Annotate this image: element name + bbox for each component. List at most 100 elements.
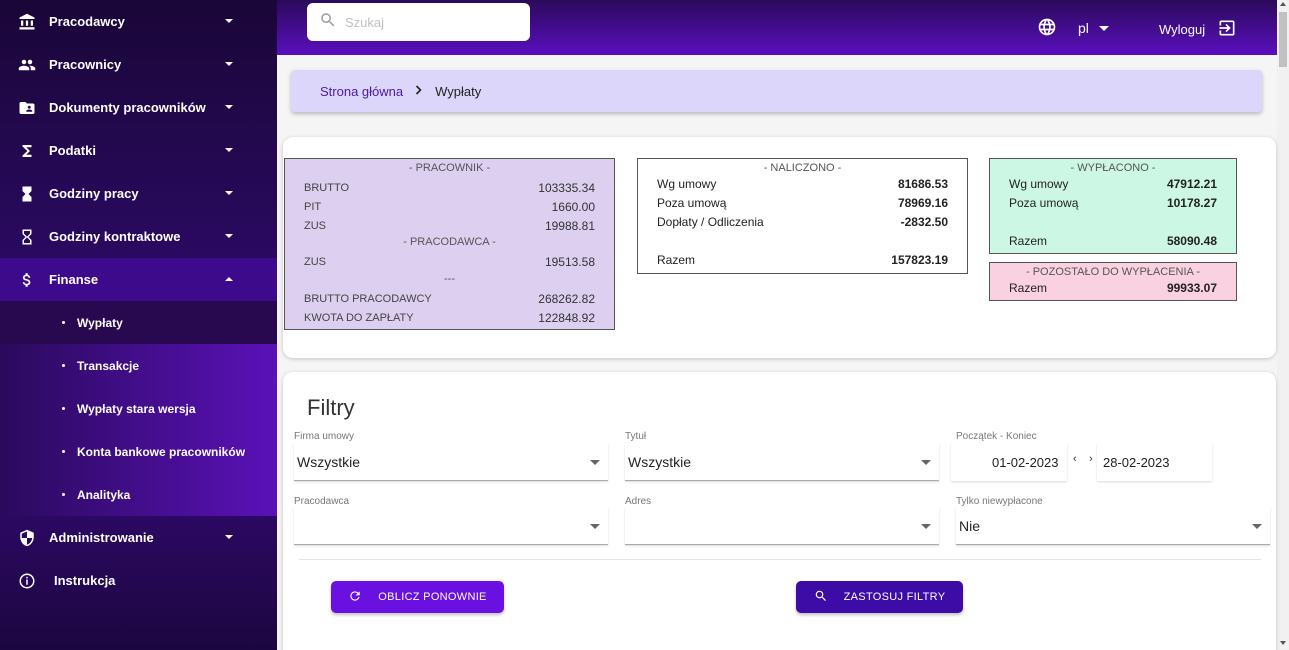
bank-icon: [18, 13, 36, 31]
sidebar-subitem-konta-bankowe[interactable]: Konta bankowe pracowników: [0, 430, 277, 473]
globe-icon[interactable]: [1037, 17, 1057, 42]
row-label: BRUTTO PRACODAWCY: [304, 292, 432, 305]
chevron-down-icon: [225, 62, 233, 66]
search-box[interactable]: [307, 3, 530, 41]
sidebar-item-label: Dokumenty pracowników: [49, 100, 206, 115]
title-select[interactable]: Wszystkie: [625, 443, 939, 481]
refresh-icon: [348, 589, 378, 606]
finanse-submenu: Wypłaty Transakcje Wypłaty stara wersja …: [0, 301, 277, 516]
separator-text: ---: [444, 273, 455, 285]
row-label: Wg umowy: [657, 176, 717, 191]
date-start-input[interactable]: 01-02-2023: [951, 443, 1067, 481]
employee-summary-box: - PRACOWNIK - BRUTTO 103335.34 PIT 1660.00…: [284, 158, 615, 330]
breadcrumb-home-link[interactable]: Strona główna: [320, 84, 403, 99]
row-value: 58090.48: [1166, 233, 1217, 248]
bullet-icon: [62, 407, 65, 410]
row-value: 103335.34: [538, 180, 595, 195]
unpaid-select[interactable]: Nie: [956, 507, 1270, 545]
sidebar-subitem-transakcje[interactable]: Transakcje: [0, 344, 277, 387]
row-value: 47912.21: [1166, 176, 1217, 191]
scroll-up-icon[interactable]: [1280, 2, 1286, 6]
sidebar-item-instrukcja[interactable]: Instrukcja: [0, 559, 277, 602]
unpaid-field-label: Tylko niewypłacone: [956, 496, 1043, 507]
sidebar-item-label: Instrukcja: [54, 573, 116, 588]
sidebar-subitem-label: Wypłaty: [77, 315, 123, 330]
sidebar-item-label: Podatki: [49, 143, 96, 158]
row-value: 19988.81: [544, 218, 595, 233]
logout-button[interactable]: Wyloguj: [1159, 18, 1237, 41]
sidebar-item-godziny-kontraktowe[interactable]: Godziny kontraktowe: [0, 215, 277, 258]
sidebar-item-dokumenty[interactable]: Dokumenty pracowników: [0, 86, 277, 129]
language-select[interactable]: pl: [1078, 20, 1109, 36]
company-select[interactable]: Wszystkie: [294, 443, 608, 481]
date-end-value: 28-02-2023: [1103, 454, 1170, 470]
row-label: PIT: [304, 200, 322, 213]
address-select[interactable]: [625, 507, 939, 545]
filters-card: Filtry Firma umowy Wszystkie Tytuł Wszys…: [283, 372, 1276, 650]
search-icon: [319, 11, 337, 34]
logout-label: Wyloguj: [1159, 22, 1206, 37]
sidebar-subitem-analityka[interactable]: Analityka: [0, 473, 277, 516]
title-field-label: Tytuł: [625, 431, 647, 442]
date-next-icon[interactable]: ›: [1089, 453, 1093, 465]
date-start-value: 01-02-2023: [992, 454, 1059, 470]
breadcrumb-current: Wypłaty: [435, 83, 482, 99]
employer-select[interactable]: [294, 507, 608, 545]
date-range-label: Początek - Koniec: [956, 431, 1037, 442]
row-value: 10178.27: [1166, 195, 1217, 210]
row-value: 99933.07: [1166, 280, 1217, 295]
chevron-down-icon: [225, 191, 233, 195]
row-value: 1660.00: [551, 199, 595, 214]
sidebar-item-godziny-pracy[interactable]: Godziny pracy: [0, 172, 277, 215]
logout-icon: [1205, 18, 1237, 41]
chevron-up-icon: [225, 277, 233, 281]
accrued-summary-box: - NALICZONO - Wg umowy 81686.53 Poza umow…: [637, 158, 968, 274]
sidebar-item-pracodawcy[interactable]: Pracodawcy: [0, 0, 277, 43]
paid-summary-box: - WYPŁACONO - Wg umowy 47912.21 Poza umow…: [989, 158, 1237, 254]
chevron-right-icon: [415, 84, 423, 98]
sidebar-item-administrowanie[interactable]: Administrowanie: [0, 516, 277, 559]
bullet-icon: [62, 364, 65, 367]
bullet-icon: [62, 321, 65, 324]
dollar-icon: [18, 271, 36, 289]
sidebar-item-pracownicy[interactable]: Pracownicy: [0, 43, 277, 86]
scrollbar[interactable]: [1277, 0, 1289, 650]
scrollbar-thumb[interactable]: [1279, 12, 1287, 67]
recalculate-button[interactable]: OBLICZ PONOWNIE: [331, 581, 504, 613]
dropdown-arrow-icon: [590, 524, 600, 529]
sidebar-subitem-label: Transakcje: [77, 358, 140, 373]
row-value: -2832.50: [900, 214, 948, 229]
sidebar-item-label: Finanse: [49, 272, 99, 287]
apply-filters-button[interactable]: ZASTOSUJ FILTRY: [796, 581, 963, 613]
shield-icon: [18, 529, 36, 547]
scroll-down-icon[interactable]: [1280, 641, 1286, 645]
sidebar-item-label: Pracodawcy: [49, 14, 125, 29]
chevron-down-icon: [225, 105, 233, 109]
sidebar-item-podatki[interactable]: Podatki: [0, 129, 277, 172]
language-value: pl: [1078, 20, 1089, 36]
accrued-header: - NALICZONO -: [763, 162, 842, 174]
row-value: 78969.16: [897, 195, 948, 210]
people-icon: [18, 56, 36, 74]
search-input[interactable]: [345, 14, 515, 30]
hourglass-filled-icon: [18, 185, 36, 203]
sidebar-subitem-wyplaty[interactable]: Wypłaty: [0, 301, 277, 344]
summary-row: Wg umowy 47912.21: [1009, 174, 1217, 193]
sidebar-subitem-wyplaty-stara[interactable]: Wypłaty stara wersja: [0, 387, 277, 430]
unpaid-select-value: Nie: [959, 517, 981, 534]
sidebar-item-finanse[interactable]: Finanse: [0, 258, 277, 301]
date-prev-icon[interactable]: ‹: [1073, 453, 1077, 465]
title-select-value: Wszystkie: [628, 453, 691, 470]
info-icon: [18, 572, 36, 590]
summary-row: BRUTTO PRACODAWCY 268262.82: [304, 289, 595, 308]
date-end-input[interactable]: 28-02-2023: [1097, 443, 1212, 481]
row-label: BRUTTO: [304, 181, 350, 194]
summary-row: Razem 58090.48: [1009, 231, 1217, 250]
bullet-icon: [62, 450, 65, 453]
company-field-label: Firma umowy: [294, 431, 355, 442]
paid-header: - WYPŁACONO -: [1070, 162, 1156, 174]
summary-row: Dopłaty / Odliczenia -2832.50: [657, 212, 948, 231]
row-value: 157823.19: [891, 252, 948, 267]
row-label: Wg umowy: [1009, 176, 1069, 191]
summary-row: ZUS 19513.58: [304, 252, 595, 271]
